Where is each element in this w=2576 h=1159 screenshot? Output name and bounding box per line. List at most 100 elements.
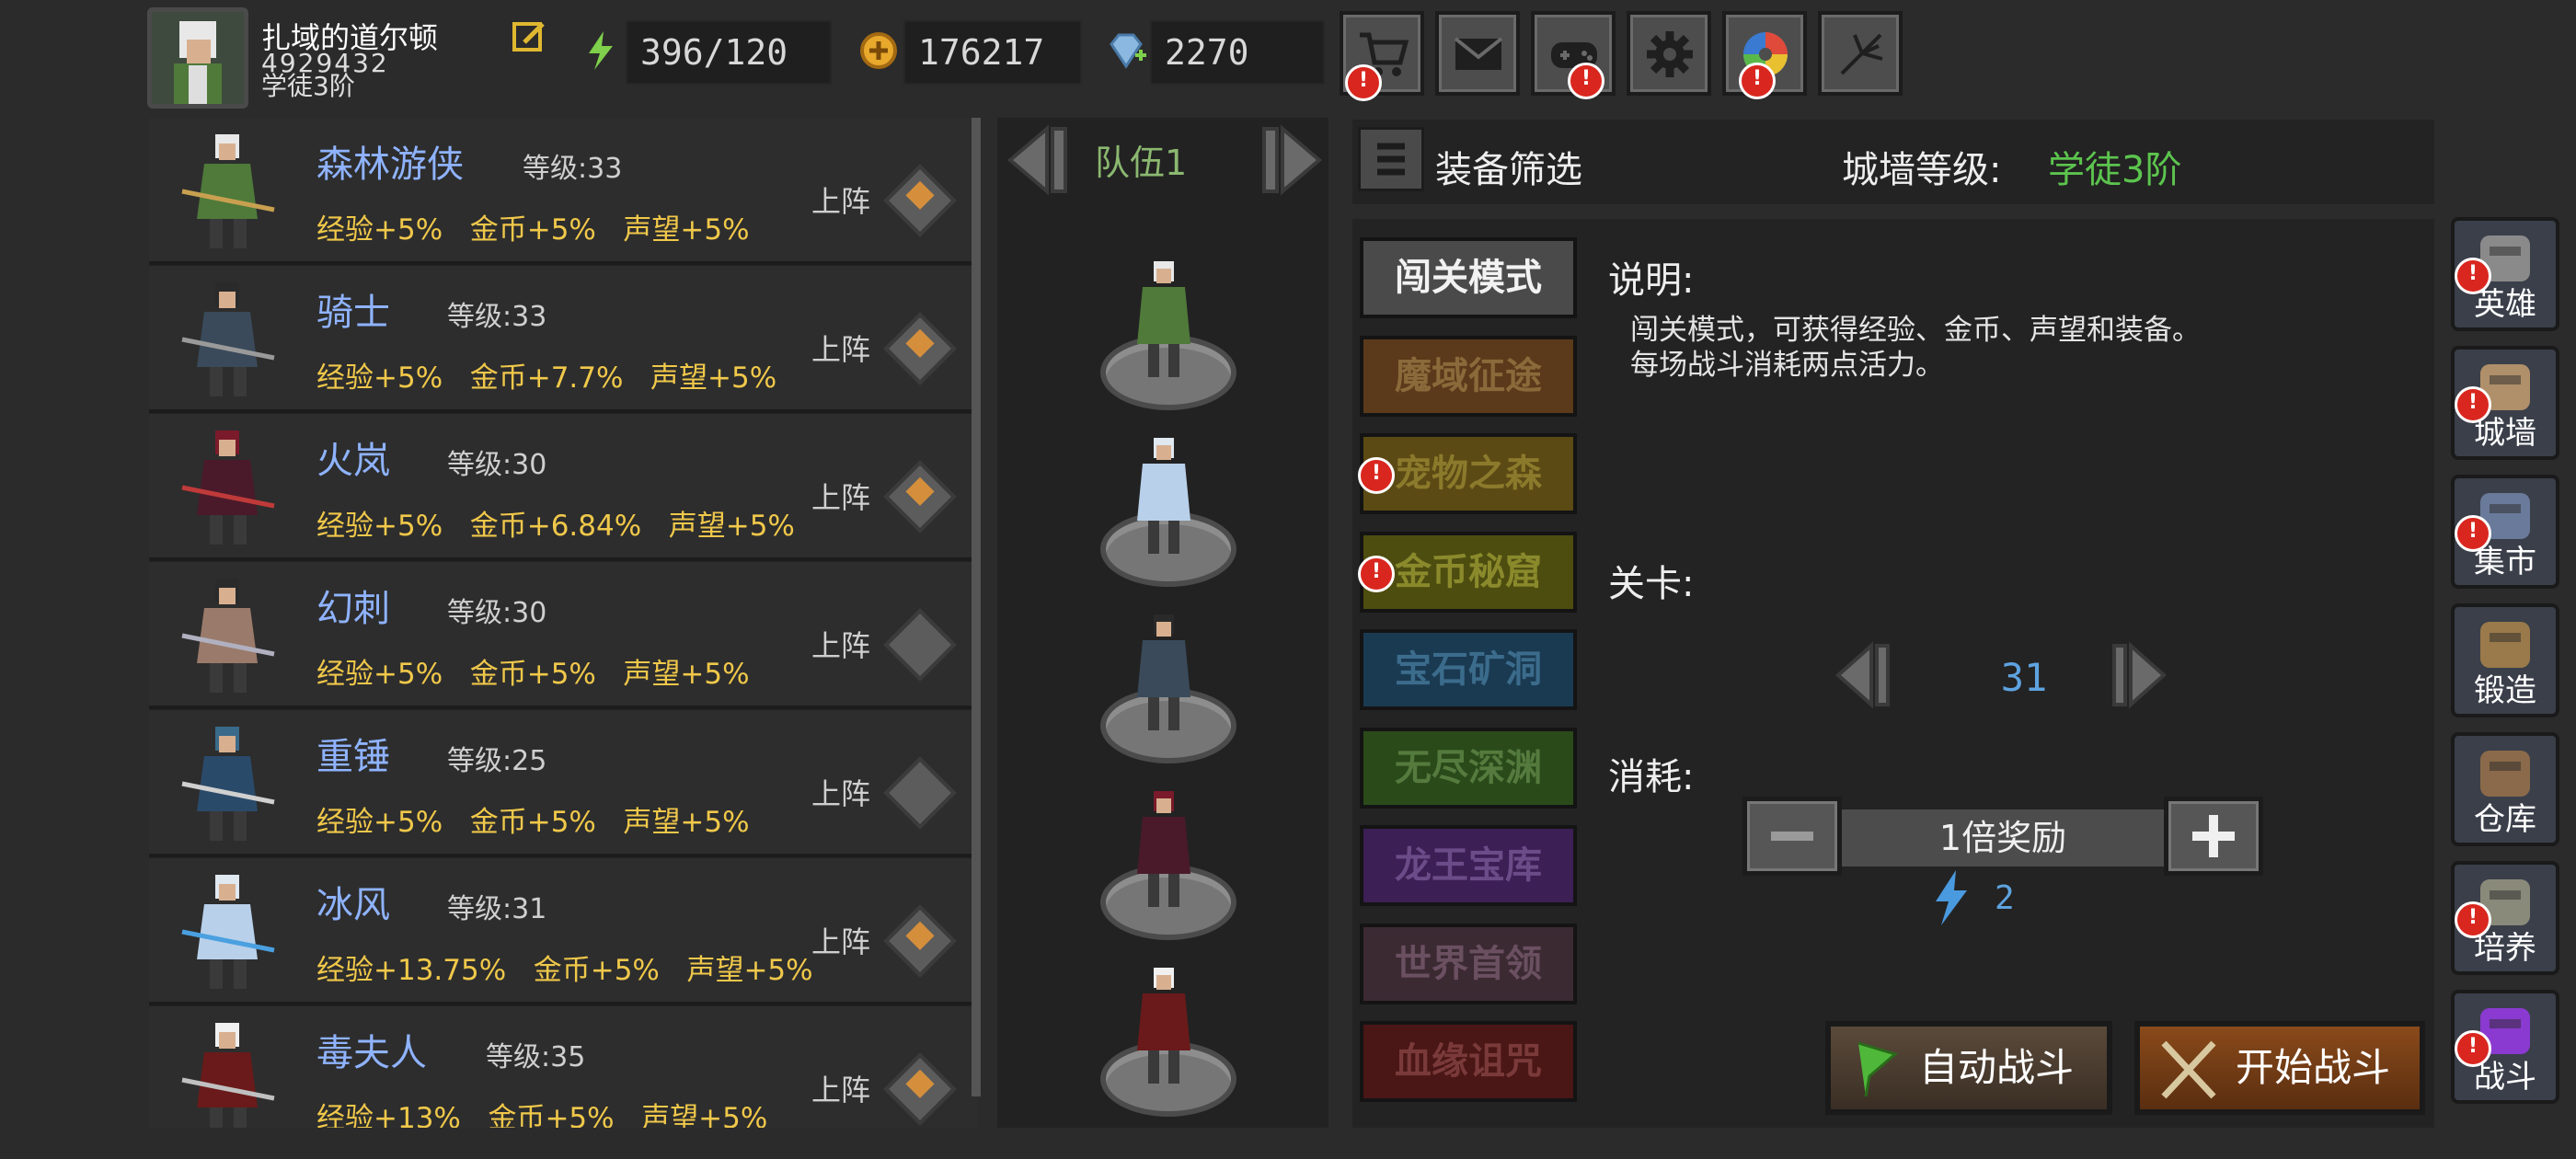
hero-row[interactable]: 骑士 等级:33 经验+5% 金币+7.7% 声望+5% 上阵 [149,266,977,413]
team-slot[interactable] [1095,957,1236,1122]
shop-button[interactable]: ! [1340,11,1424,101]
color-wheel-button[interactable]: ! [1722,11,1807,99]
energy-value: 396/120 [626,20,832,85]
filter-menu-button[interactable] [1358,127,1424,191]
hero-deploy-toggle[interactable] [883,1052,957,1126]
hero-deploy-label: 上阵 [811,776,871,811]
edit-name-icon[interactable] [512,18,548,55]
mode-label: 魔域征途 [1395,354,1542,397]
team-hero-icon [1137,614,1190,730]
hero-list[interactable]: 森林游侠 等级:33 经验+5% 金币+5% 声望+5% 上阵 骑士 等级:33… [149,118,977,1128]
nav-chalice-button[interactable]: 培养! [2451,861,2559,975]
hero-level: 等级:25 [447,745,547,777]
hero-level: 等级:35 [486,1041,586,1073]
gamepad-button[interactable]: ! [1531,11,1616,99]
hero-deploy-toggle[interactable] [883,312,957,385]
player-avatar[interactable] [147,7,248,109]
mode-button[interactable]: 龙王宝库 [1360,825,1577,906]
hero-deploy-label: 上阵 [811,332,871,367]
team-prev-button[interactable] [1001,123,1080,197]
hero-row[interactable]: 幻刺 等级:30 经验+5% 金币+5% 声望+5% 上阵 [149,562,977,709]
hero-deploy-toggle[interactable] [883,756,957,830]
auto-battle-button[interactable]: 自动战斗 [1825,1021,2112,1115]
hero-deploy-label: 上阵 [811,480,871,515]
mode-alert-badge: ! [1358,555,1395,592]
nav-helmet-button[interactable]: 英雄! [2451,217,2559,331]
arrow-left-icon [1834,641,1890,709]
gem-icon [1102,28,1148,74]
team-slot[interactable] [1095,603,1236,769]
stage-prev-button[interactable] [1831,638,1904,712]
settings-button[interactable] [1627,11,1711,96]
hero-deploy-toggle[interactable] [883,608,957,682]
player-rank: 学徒3阶 [261,71,355,101]
hero-row[interactable]: 重锤 等级:25 经验+5% 金币+5% 声望+5% 上阵 [149,710,977,857]
mail-button[interactable] [1435,11,1520,96]
nav-market-stall-button[interactable]: 集市! [2451,475,2559,589]
team-slot[interactable] [1095,427,1236,592]
hero-deploy-toggle[interactable] [883,904,957,978]
hero-deploy-toggle[interactable] [883,164,957,237]
nav-castle-wall-button[interactable]: 城墙! [2451,346,2559,460]
reward-multiplier: 1倍奖励 [1842,809,2164,866]
flag-icon [1857,1041,1899,1097]
team-hero-icon [1137,438,1190,554]
shop-alert-badge: ! [1345,64,1382,101]
hero-row[interactable]: 毒夫人 等级:35 经验+13% 金币+5% 声望+5% 上阵 [149,1006,977,1128]
hero-bonus: 经验+13.75% 金币+5% 声望+5% [316,954,813,987]
hero-bonus: 经验+13% 金币+5% 声望+5% [316,1102,768,1128]
team-hero-icon [1137,968,1190,1084]
nav-alert-badge: ! [2455,1030,2491,1067]
hero-row[interactable]: 火岚 等级:30 经验+5% 金币+6.84% 声望+5% 上阵 [149,414,977,561]
mode-button[interactable]: 闯关模式 [1360,237,1577,318]
mode-label: 无尽深渊 [1395,746,1542,789]
settings-gear-icon [1647,31,1693,77]
reward-decrease-button[interactable] [1742,797,1842,876]
nav-warehouse-chest-button[interactable]: 仓库 [2451,732,2559,846]
nav-label: 仓库 [2474,801,2536,838]
minus-icon [1771,832,1813,841]
hero-name: 森林游侠 [316,143,464,186]
description-text: 闯关模式，可获得经验、金币、声望和装备。 每场战斗消耗两点活力。 [1630,314,2201,382]
hero-portrait-icon [181,282,275,396]
plus-icon [2192,815,2235,857]
mode-button[interactable]: 无尽深渊 [1360,727,1577,809]
gem-value: 2270 [1150,20,1325,85]
nav-alert-badge: ! [2455,515,2491,552]
nav-portal-button[interactable]: 战斗! [2451,990,2559,1104]
mode-button[interactable]: 魔域征途 [1360,335,1577,417]
team-slot[interactable] [1095,250,1236,416]
stage-next-button[interactable] [2098,638,2171,712]
nav-label: 锻造 [2474,672,2536,709]
mode-button[interactable]: 血缘诅咒 [1360,1021,1577,1102]
mode-label: 血缘诅咒 [1395,1040,1542,1083]
reward-increase-button[interactable] [2164,797,2263,876]
hero-list-scrollbar[interactable] [972,118,981,1096]
energy-cost-value: 2 [1995,879,2015,917]
hero-name: 幻刺 [316,588,390,630]
equipment-filter-label[interactable]: 装备筛选 [1435,140,1582,193]
nav-anvil-button[interactable]: 锻造 [2451,603,2559,717]
mode-button[interactable]: 世界首领 [1360,923,1577,1004]
crossed-swords-icon [2161,1040,2216,1099]
wall-level-label: 城墙等级: [1842,149,2002,191]
mode-button[interactable]: 宝石矿洞 [1360,629,1577,710]
mode-button[interactable]: 宠物之森! [1358,433,1577,514]
hero-level: 等级:31 [447,893,547,925]
mode-button[interactable]: 金币秘窟! [1358,531,1577,613]
hero-deploy-label: 上阵 [811,184,871,219]
team-next-button[interactable] [1249,123,1328,197]
fireworks-button[interactable] [1818,11,1903,96]
arrow-left-icon [1006,124,1067,196]
hero-portrait-icon [181,875,275,989]
hero-portrait-icon [181,579,275,693]
team-slot[interactable] [1095,780,1236,946]
start-battle-button[interactable]: 开始战斗 [2134,1021,2425,1115]
hero-portrait-icon [181,134,275,248]
nav-alert-badge: ! [2455,386,2491,423]
energy-icon [578,28,624,74]
hero-row[interactable]: 森林游侠 等级:33 经验+5% 金币+5% 声望+5% 上阵 [149,118,977,265]
hero-row[interactable]: 冰风 等级:31 经验+13.75% 金币+5% 声望+5% 上阵 [149,858,977,1005]
hero-name: 冰风 [316,884,390,926]
hero-deploy-toggle[interactable] [883,460,957,534]
